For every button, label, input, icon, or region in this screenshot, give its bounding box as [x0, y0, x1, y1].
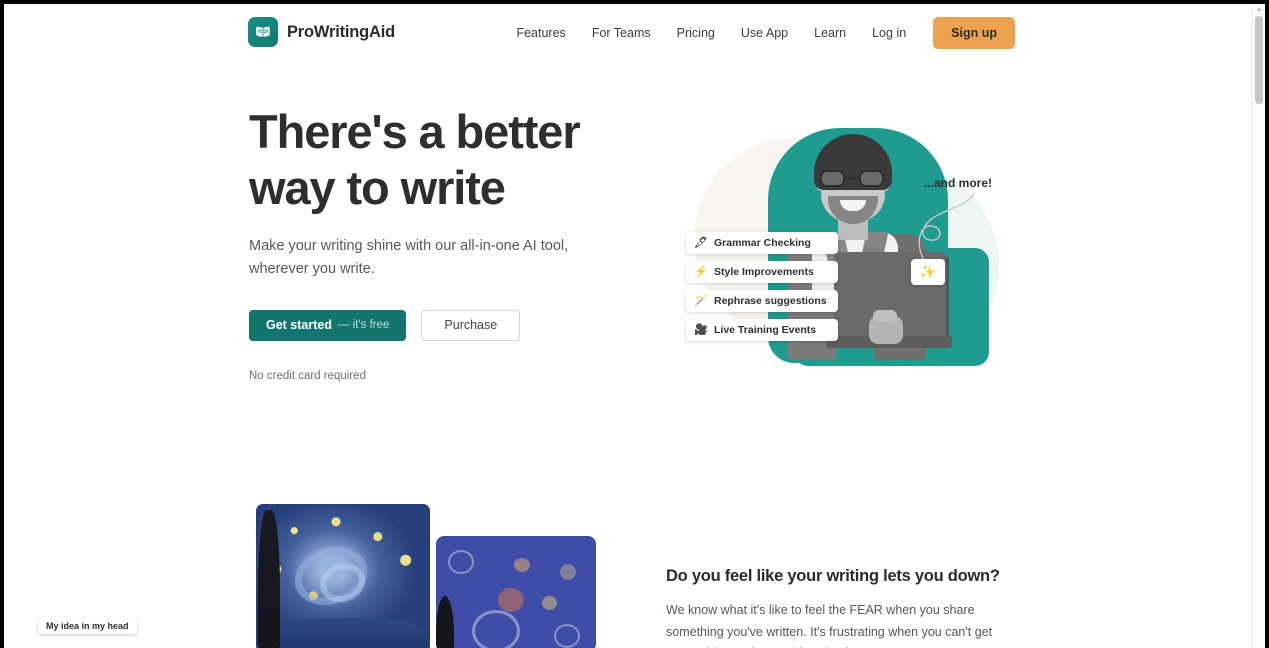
- starry-night-artwork: [256, 504, 430, 648]
- hand: [869, 310, 903, 344]
- hero-copy-block: There's a better way to write Make your …: [249, 104, 609, 382]
- flat-blob: [560, 564, 576, 580]
- feature-card-rephrase-suggestions[interactable]: 🪄 Rephrase suggestions: [686, 290, 838, 312]
- feature-card-label: Style Improvements: [714, 266, 814, 278]
- get-started-button[interactable]: Get started — it's free: [249, 309, 407, 341]
- feature-card-grammar-checking[interactable]: 🖋 Grammar Checking: [686, 232, 838, 254]
- flat-artwork-panel: [436, 536, 596, 648]
- artwork-caption: My idea in my head: [38, 618, 137, 634]
- and-more-label: ...and more!: [924, 176, 993, 190]
- no-credit-card-note: No credit card required: [249, 369, 366, 382]
- hero-headline: There's a better way to write: [249, 105, 581, 214]
- magic-wand-icon: 🪄: [694, 294, 708, 307]
- hero-cta-row: Get started — it's free Purchase: [249, 309, 609, 341]
- feature-card-label: Rephrase suggestions: [714, 295, 827, 307]
- nav-item-pricing[interactable]: Pricing: [664, 18, 728, 48]
- feature-card-label: Grammar Checking: [714, 237, 811, 249]
- hero-subheadline: Make your writing shine with our all-in-…: [249, 237, 569, 278]
- flat-swirl: [472, 610, 520, 648]
- flat-blob: [514, 558, 530, 572]
- nav-item-log-in[interactable]: Log in: [859, 18, 919, 48]
- feature-card-list: 🖋 Grammar Checking ⚡ Style Improvements …: [686, 232, 838, 341]
- scroll-up-arrow-icon[interactable]: ▲: [1255, 6, 1263, 14]
- feature-card-live-training-events[interactable]: 🎥 Live Training Events: [686, 319, 838, 341]
- main-navigation: Features For Teams Pricing Use App Learn…: [503, 17, 1015, 49]
- scrollbar-thumb[interactable]: [1255, 16, 1263, 104]
- flat-blob: [542, 596, 557, 610]
- nav-item-for-teams[interactable]: For Teams: [579, 18, 664, 48]
- feature-card-label: Live Training Events: [714, 324, 817, 336]
- flat-swirl: [554, 624, 580, 648]
- video-camera-icon: 🎥: [694, 323, 708, 336]
- flat-cypress-tree: [436, 596, 454, 648]
- book-quill-logo-icon: [248, 17, 278, 47]
- nav-item-use-app[interactable]: Use App: [728, 18, 801, 48]
- sparkle-badge[interactable]: ✨: [911, 259, 945, 285]
- section2-body: We know what it's like to feel the FEAR …: [666, 603, 993, 648]
- purchase-button[interactable]: Purchase: [421, 309, 521, 341]
- section2-copy-block: Do you feel like your writing lets you d…: [666, 567, 1014, 648]
- browser-viewport: ProWritingAid Features For Teams Pricing…: [4, 4, 1265, 648]
- hero-illustration: ...and more! ✨ 🖋 Grammar Checking ⚡ Styl…: [676, 104, 1016, 394]
- section2-title: Do you feel like your writing lets you d…: [666, 567, 1000, 585]
- sign-up-button[interactable]: Sign up: [933, 17, 1015, 49]
- flat-blob: [498, 588, 524, 612]
- nav-item-learn[interactable]: Learn: [801, 18, 859, 48]
- get-started-sublabel: — it's free: [338, 319, 390, 332]
- starry-cypress-tree: [258, 510, 280, 648]
- glasses-icon: [818, 170, 888, 187]
- get-started-label: Get started: [266, 318, 332, 333]
- brand-logo[interactable]: ProWritingAid: [248, 17, 395, 47]
- brand-name: ProWritingAid: [287, 22, 396, 41]
- sparkle-icon: ✨: [919, 264, 937, 279]
- site-header: ProWritingAid Features For Teams Pricing…: [4, 4, 1251, 61]
- feature-card-style-improvements[interactable]: ⚡ Style Improvements: [686, 261, 838, 283]
- page-scrollbar[interactable]: ▲: [1251, 4, 1265, 648]
- pen-icon: 🖋: [694, 236, 708, 249]
- nav-item-features[interactable]: Features: [503, 18, 578, 48]
- starry-hills: [256, 618, 430, 648]
- lightning-icon: ⚡: [694, 265, 708, 278]
- flat-swirl: [448, 550, 474, 574]
- starry-swirl: [287, 537, 375, 615]
